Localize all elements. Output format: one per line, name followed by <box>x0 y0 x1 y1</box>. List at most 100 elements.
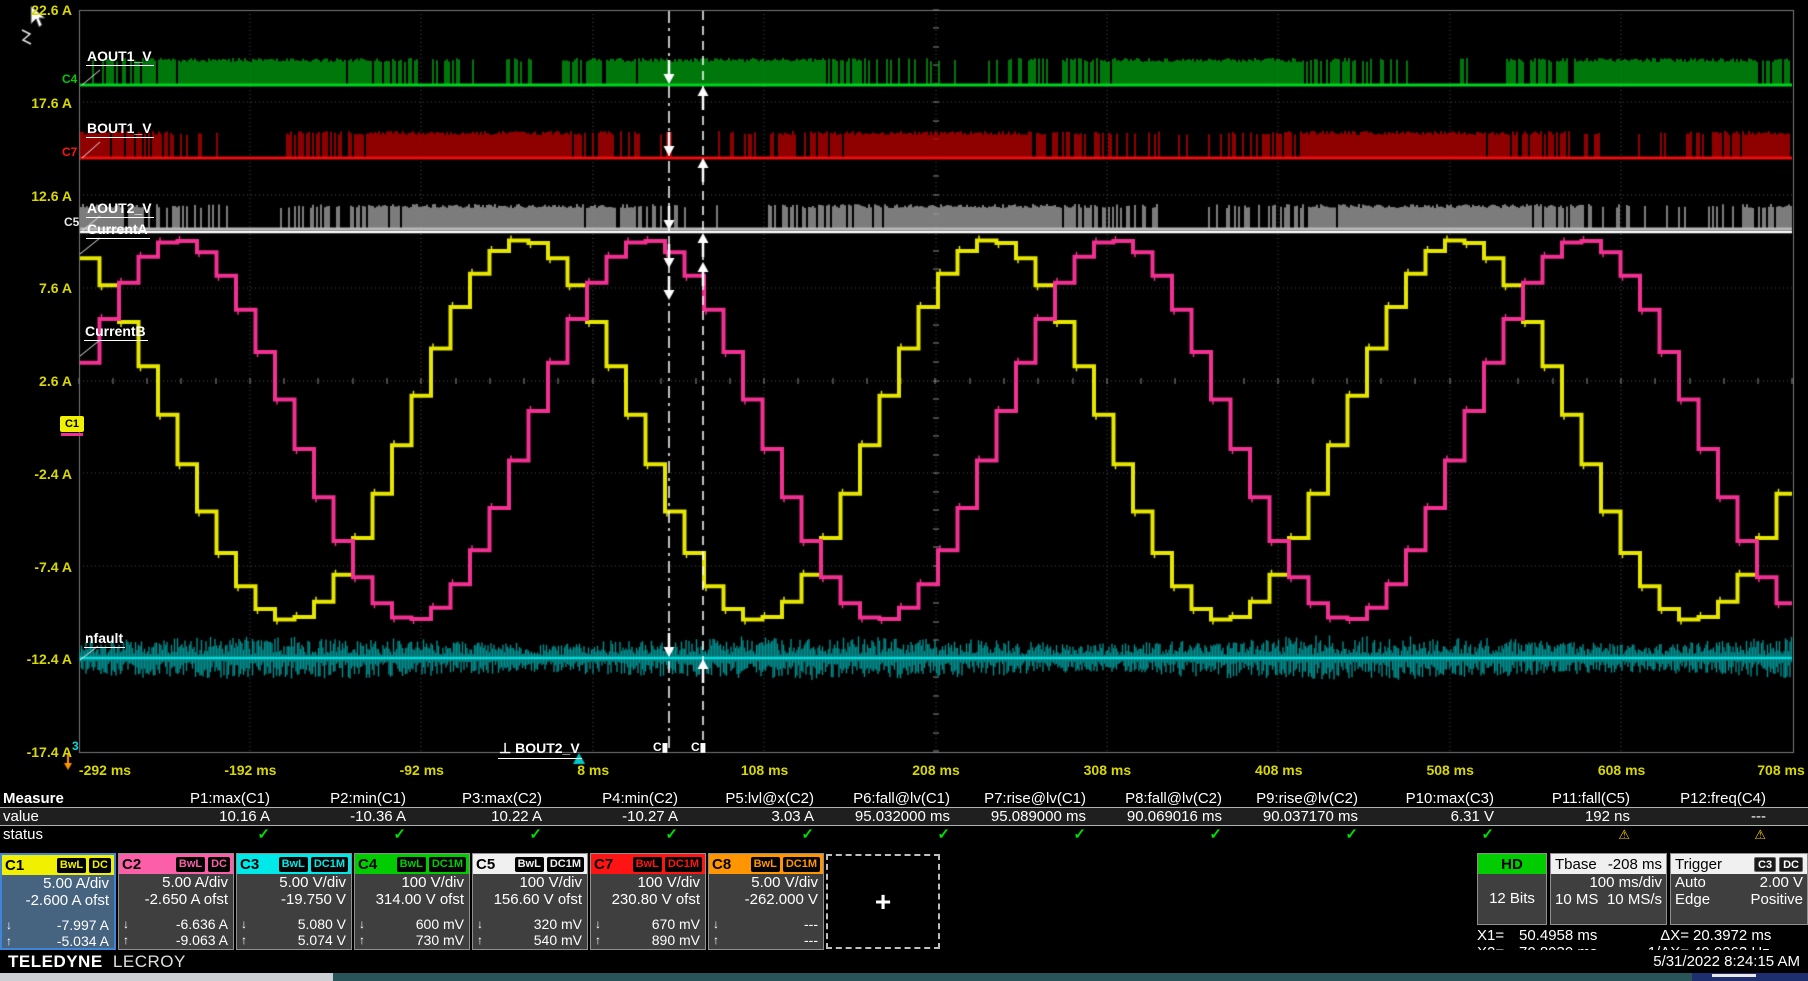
dx-value: 20.3972 ms <box>1693 927 1808 944</box>
arrow-down-icon: ↓ <box>477 916 491 932</box>
offscreen-below-icon: ⊥ <box>499 740 511 756</box>
channel-box-c2[interactable]: C2BwLDC5.00 A/div-2.650 A ofst↓-6.636 A↑… <box>118 853 234 950</box>
measure-param-value: --- <box>1636 808 1772 825</box>
channel-offset: -19.750 V <box>237 891 351 908</box>
channel-marker-c7[interactable]: C7 <box>62 145 77 159</box>
timebase-memory: 10 MS <box>1555 891 1598 908</box>
x-axis-label: 108 ms <box>720 762 810 778</box>
value-row-label: value <box>0 808 140 825</box>
trace-label-currenta[interactable]: CurrentA <box>86 221 150 239</box>
arrow-down-icon: ↓ <box>123 916 137 932</box>
cursor2-marker[interactable]: C▮ <box>691 740 706 754</box>
timebase-label: Tbase <box>1555 856 1597 873</box>
timebase-box[interactable]: Tbase -208 ms 100 ms/div 10 MS 10 MS/s <box>1550 853 1667 925</box>
channel-marker-c4[interactable]: C4 <box>62 72 77 86</box>
measure-param-header[interactable]: P9:rise@lv(C2) <box>1228 790 1364 807</box>
arrow-up-icon: ↑ <box>241 932 255 948</box>
timebase-scale: 100 ms/div <box>1589 874 1662 891</box>
status-ok-icon: ✓ <box>412 826 548 843</box>
channel-scale: 5.00 V/div <box>709 874 823 891</box>
trace-label-aout1v[interactable]: AOUT1_V <box>86 48 154 66</box>
measure-param-header[interactable]: P4:min(C2) <box>548 790 684 807</box>
measure-param-header[interactable]: P8:fall@lv(C2) <box>1092 790 1228 807</box>
trigger-coupling-badge: DC <box>1779 857 1803 872</box>
channel-max: 890 mV <box>609 932 700 948</box>
trace-label-nfault[interactable]: nfault <box>84 630 125 648</box>
channel-id: C7 <box>594 856 613 873</box>
measure-param-header[interactable]: P11:fall(C5) <box>1500 790 1636 807</box>
arrow-up-icon: ↑ <box>477 932 491 948</box>
channel-offset: -2.650 A ofst <box>119 891 233 908</box>
measure-param-value: 90.069016 ms <box>1092 808 1228 825</box>
channel-box-c7[interactable]: C7BwLDC1M100 V/div230.80 V ofst↓670 mV↑8… <box>590 853 706 950</box>
bandwidth-limit-badge: BwL <box>57 858 86 873</box>
channel-box-c3[interactable]: C3BwLDC1M5.00 V/div-19.750 V↓5.080 V↑5.0… <box>236 853 352 950</box>
y-axis-label: 22.6 A <box>8 2 72 18</box>
channel-marker-c2[interactable] <box>61 433 83 436</box>
status-ok-icon: ✓ <box>1364 826 1500 843</box>
channel-box-c1[interactable]: C1BwLDC5.00 A/div-2.600 A ofst↓-7.997 A↑… <box>0 853 116 950</box>
bandwidth-limit-badge: BwL <box>751 857 780 872</box>
measure-param-header[interactable]: P7:rise@lv(C1) <box>956 790 1092 807</box>
y-axis-label: 12.6 A <box>8 188 72 204</box>
hd-mode-box[interactable]: HD 12 Bits <box>1477 853 1547 925</box>
arrow-down-icon: ↓ <box>713 916 727 932</box>
measure-table: Measure P1:max(C1)P2:min(C1)P3:max(C2)P4… <box>0 790 1808 843</box>
brand-lecroy: LECROY <box>113 952 186 971</box>
channel-min: 600 mV <box>373 916 464 932</box>
channel-box-c5[interactable]: C5BwLDC1M100 V/div156.60 V ofst↓320 mV↑5… <box>472 853 588 950</box>
bandwidth-limit-badge: BwL <box>397 857 426 872</box>
coupling-badge: DC1M <box>665 857 702 872</box>
oscilloscope-screen: AOUT1_V BOUT1_V AOUT2_V CurrentA Current… <box>0 0 1808 981</box>
measure-param-value: 192 ns <box>1500 808 1636 825</box>
x-axis-label: 408 ms <box>1234 762 1324 778</box>
measure-param-header[interactable]: P6:fall@lv(C1) <box>820 790 956 807</box>
channel-offset: -2.600 A ofst <box>2 892 114 909</box>
measure-param-header[interactable]: P1:max(C1) <box>140 790 276 807</box>
arrow-up-icon: ↑ <box>713 932 727 948</box>
coupling-badge: DC1M <box>783 857 820 872</box>
channel-scale: 5.00 A/div <box>2 875 114 892</box>
coupling-badge: DC1M <box>311 857 348 872</box>
channel-scale: 100 V/div <box>591 874 705 891</box>
channel-id: C3 <box>240 856 259 873</box>
channel-scale: 5.00 V/div <box>237 874 351 891</box>
channel-max: 540 mV <box>491 932 582 948</box>
channel-box-c8[interactable]: C8BwLDC1M5.00 V/div-262.000 V↓---↑--- <box>708 853 824 950</box>
measure-param-header[interactable]: P10:max(C3) <box>1364 790 1500 807</box>
x-axis-label: 8 ms <box>548 762 638 778</box>
channel-max: 5.074 V <box>255 932 346 948</box>
trace-label-currentb[interactable]: CurrentB <box>84 323 148 341</box>
arrow-down-icon: ↓ <box>241 916 255 932</box>
measure-param-header[interactable]: P2:min(C1) <box>276 790 412 807</box>
trace-label-bout1v[interactable]: BOUT1_V <box>86 120 154 138</box>
measure-param-header[interactable]: P5:lvl@x(C2) <box>684 790 820 807</box>
coupling-badge: DC <box>208 857 230 872</box>
channel-min: 320 mV <box>491 916 582 932</box>
bandwidth-limit-badge: BwL <box>279 857 308 872</box>
trace-label-bout2v[interactable]: ⊥ BOUT2_V <box>498 740 582 759</box>
channel-id: C2 <box>122 856 141 873</box>
x-axis-label: -92 ms <box>377 762 467 778</box>
status-ok-icon: ✓ <box>820 826 956 843</box>
add-trace-box[interactable]: + <box>826 854 940 949</box>
status-ok-icon: ✓ <box>1092 826 1228 843</box>
taskbar-clock-segment <box>1692 973 1808 981</box>
status-bar: TELEDYNE LECROY 5/31/2022 8:24:15 AM <box>0 950 1808 973</box>
waveform-display <box>0 0 1808 790</box>
measure-param-header[interactable]: P12:freq(C4) <box>1636 790 1772 807</box>
channel-box-c4[interactable]: C4BwLDC1M100 V/div314.00 V ofst↓600 mV↑7… <box>354 853 470 950</box>
cursor1-marker[interactable]: C▮ <box>653 740 668 754</box>
dx-label: ΔX= <box>1635 927 1693 944</box>
channel-marker-c5[interactable]: C5 <box>64 215 79 229</box>
measure-param-header[interactable]: P3:max(C2) <box>412 790 548 807</box>
status-row-label: status <box>0 826 140 843</box>
x-axis-label: 308 ms <box>1062 762 1152 778</box>
taskbar-middle-segment <box>333 973 1692 981</box>
arrow-down-icon: ↓ <box>6 917 20 933</box>
trigger-box[interactable]: Trigger C3 DC Auto 2.00 V Edge Positive <box>1670 853 1808 925</box>
channel-marker-c1[interactable]: C1 <box>60 416 84 432</box>
hd-label: HD <box>1478 854 1546 874</box>
arrow-up-icon: ↑ <box>595 932 609 948</box>
trace-label-aout2v[interactable]: AOUT2_V <box>86 200 154 218</box>
